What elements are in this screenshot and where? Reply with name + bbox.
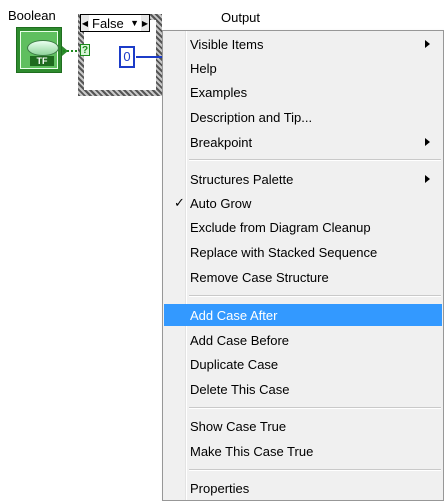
- case-selector-label[interactable]: ◀ False ▼ ▶: [80, 14, 150, 32]
- chevron-down-icon[interactable]: ▼: [130, 18, 141, 28]
- menu-item-label: Properties: [190, 480, 250, 496]
- context-menu: Visible Items Help Examples Description …: [162, 30, 444, 501]
- menu-item-label: Delete This Case: [190, 381, 290, 397]
- numeric-constant[interactable]: 0: [119, 46, 135, 68]
- menu-item-label: Exclude from Diagram Cleanup: [190, 219, 371, 235]
- menu-item-label: Replace with Stacked Sequence: [190, 244, 378, 260]
- menu-item-label: Add Case After: [190, 307, 278, 323]
- menu-item-delete-this-case[interactable]: Delete This Case: [164, 378, 442, 400]
- menu-item-label: Description and Tip...: [190, 109, 313, 125]
- submenu-arrow-icon: [425, 40, 430, 48]
- checkmark-icon: ✓: [174, 195, 185, 210]
- numeric-wire[interactable]: [136, 56, 164, 58]
- menu-item-duplicate-case[interactable]: Duplicate Case: [164, 353, 442, 375]
- boolean-terminal-face: TF: [20, 31, 59, 69]
- menu-item-label: Make This Case True: [190, 443, 314, 459]
- menu-item-breakpoint[interactable]: Breakpoint: [164, 131, 442, 153]
- menu-item-structures-palette[interactable]: Structures Palette: [164, 168, 442, 190]
- tf-badge: TF: [30, 56, 54, 66]
- menu-separator: [189, 295, 441, 297]
- menu-item-replace-with-stacked-sequence[interactable]: Replace with Stacked Sequence: [164, 241, 442, 263]
- menu-item-remove-case-structure[interactable]: Remove Case Structure: [164, 266, 442, 288]
- menu-item-add-case-after[interactable]: Add Case After: [164, 304, 442, 326]
- menu-item-label: Visible Items: [190, 36, 264, 52]
- boolean-label: Boolean: [8, 8, 56, 23]
- menu-item-make-this-case-true[interactable]: Make This Case True: [164, 440, 442, 462]
- menu-item-label: Structures Palette: [190, 171, 294, 187]
- menu-item-show-case-true[interactable]: Show Case True: [164, 415, 442, 437]
- decrement-arrow-icon[interactable]: ◀: [81, 15, 89, 31]
- menu-item-exclude-from-cleanup[interactable]: Exclude from Diagram Cleanup: [164, 216, 442, 238]
- menu-item-label: Auto Grow: [190, 195, 252, 211]
- menu-item-help[interactable]: Help: [164, 57, 442, 79]
- menu-item-visible-items[interactable]: Visible Items: [164, 33, 442, 55]
- output-label: Output: [221, 10, 261, 25]
- menu-item-examples[interactable]: Examples: [164, 81, 442, 103]
- menu-item-add-case-before[interactable]: Add Case Before: [164, 329, 442, 351]
- submenu-arrow-icon: [425, 175, 430, 183]
- menu-separator: [189, 159, 441, 161]
- menu-item-label: Remove Case Structure: [190, 269, 329, 285]
- case-selector-terminal[interactable]: ?: [80, 44, 90, 56]
- menu-item-label: Add Case Before: [190, 332, 290, 348]
- submenu-arrow-icon: [425, 138, 430, 146]
- menu-separator: [189, 469, 441, 471]
- menu-item-label: Breakpoint: [190, 134, 253, 150]
- menu-item-label: Examples: [190, 84, 248, 100]
- increment-arrow-icon[interactable]: ▶: [141, 15, 149, 31]
- case-selector-value: False: [92, 15, 124, 31]
- menu-item-auto-grow[interactable]: ✓ Auto Grow: [164, 192, 442, 214]
- led-icon: [27, 40, 59, 56]
- menu-item-label: Help: [190, 60, 217, 76]
- menu-item-description-and-tip[interactable]: Description and Tip...: [164, 106, 442, 128]
- menu-item-properties[interactable]: Properties: [164, 477, 442, 499]
- menu-item-label: Duplicate Case: [190, 356, 279, 372]
- menu-separator: [189, 407, 441, 409]
- menu-item-label: Show Case True: [190, 418, 287, 434]
- boolean-control-terminal[interactable]: TF: [16, 27, 68, 73]
